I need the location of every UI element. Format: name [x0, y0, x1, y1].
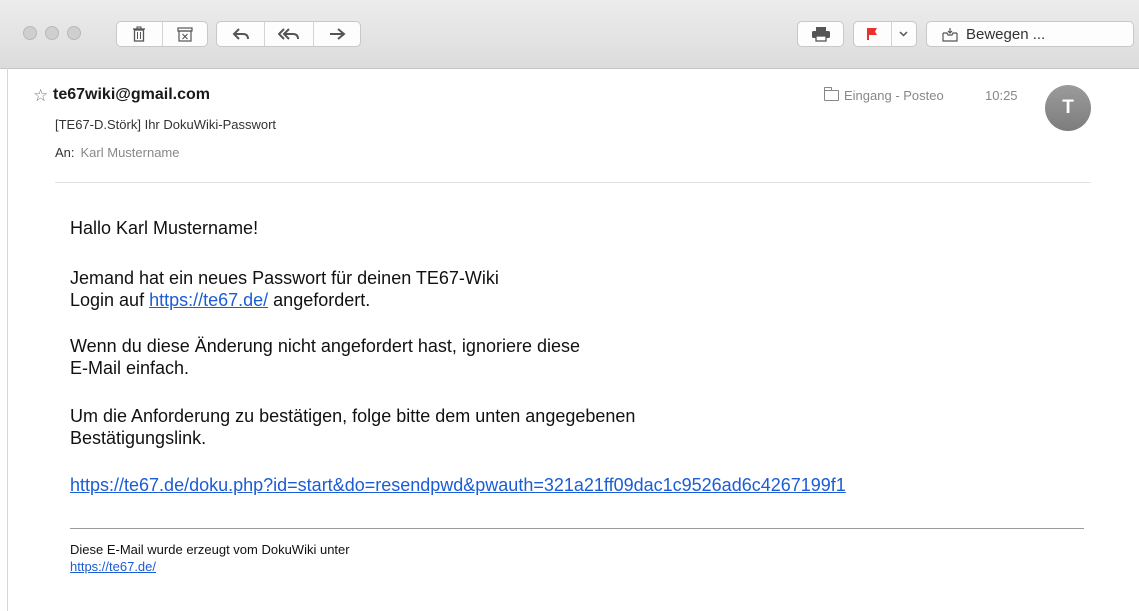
printer-icon [811, 27, 830, 42]
reply-group [216, 21, 361, 47]
move-to-label: Bewegen ... [966, 25, 1046, 43]
paragraph-line: Bestätigungslink. [70, 428, 207, 448]
move-to-mailbox-icon [942, 27, 958, 42]
paragraph-line: Um die Anforderung zu bestätigen, folge … [70, 406, 636, 426]
wiki-link[interactable]: https://te67.de/ [149, 290, 268, 310]
text-fragment: Login auf [70, 290, 150, 310]
toolbar: Bewegen ... [0, 0, 1139, 69]
recipient-line: An: Karl Mustername [55, 145, 180, 160]
paragraph-line: Wenn du diese Änderung nicht angefordert… [70, 336, 581, 356]
confirmation-link-line: https://te67.de/doku.php?id=start&do=res… [70, 474, 846, 496]
delete-button[interactable] [117, 22, 162, 46]
mailbox-name: Eingang - Posteo [844, 88, 944, 103]
paragraph-request: Jemand hat ein neues Passwort für deinen… [70, 267, 499, 311]
folder-icon [824, 87, 839, 101]
message-subject: [TE67-D.Störk] Ihr DokuWiki-Passwort [55, 117, 277, 132]
signature-divider [70, 528, 1084, 529]
recipient-name[interactable]: Karl Mustername [81, 145, 180, 160]
reply-all-icon [277, 28, 299, 40]
trash-icon [133, 26, 146, 42]
paragraph-ignore: Wenn du diese Änderung nicht angefordert… [70, 335, 580, 379]
flag-group [853, 21, 917, 47]
text-fragment: angefordert. [268, 290, 371, 310]
move-to-button[interactable]: Bewegen ... [926, 21, 1134, 47]
signature: Diese E-Mail wurde erzeugt vom DokuWiki … [70, 541, 350, 575]
avatar: T [1045, 85, 1091, 131]
signature-text: Diese E-Mail wurde erzeugt vom DokuWiki … [70, 542, 350, 557]
flag-icon [867, 28, 878, 40]
paragraph-confirm: Um die Anforderung zu bestätigen, folge … [70, 405, 635, 449]
flag-menu-button[interactable] [890, 22, 916, 46]
mailbox-indicator[interactable]: Eingang - Posteo [824, 87, 944, 103]
archive-button[interactable] [161, 22, 208, 46]
signature-link[interactable]: https://te67.de/ [70, 559, 156, 574]
reply-button[interactable] [217, 22, 264, 46]
paragraph-line: Jemand hat ein neues Passwort für deinen… [70, 268, 499, 288]
star-icon[interactable]: ☆ [33, 86, 48, 106]
delete-archive-group [116, 21, 208, 47]
greeting: Hallo Karl Mustername! [70, 218, 259, 238]
sender-address[interactable]: te67wiki@gmail.com [53, 86, 210, 104]
minimize-window-button[interactable] [45, 26, 59, 40]
zoom-window-button[interactable] [67, 26, 81, 40]
confirmation-link[interactable]: https://te67.de/doku.php?id=start&do=res… [70, 475, 846, 495]
forward-arrow-icon [329, 28, 346, 40]
pane-divider [7, 68, 8, 611]
reply-all-button[interactable] [264, 22, 312, 46]
archive-icon [177, 26, 193, 42]
reply-icon [232, 28, 249, 40]
recipient-label: An: [55, 145, 75, 160]
close-window-button[interactable] [23, 26, 37, 40]
forward-button[interactable] [312, 22, 360, 46]
chevron-down-icon [899, 31, 908, 37]
paragraph-line: E-Mail einfach. [70, 358, 190, 378]
paragraph-line: Login auf https://te67.de/ angefordert. [70, 289, 499, 311]
print-button[interactable] [797, 21, 844, 47]
message-time: 10:25 [985, 88, 1018, 103]
flag-button[interactable] [854, 22, 891, 46]
header-divider [55, 182, 1091, 183]
